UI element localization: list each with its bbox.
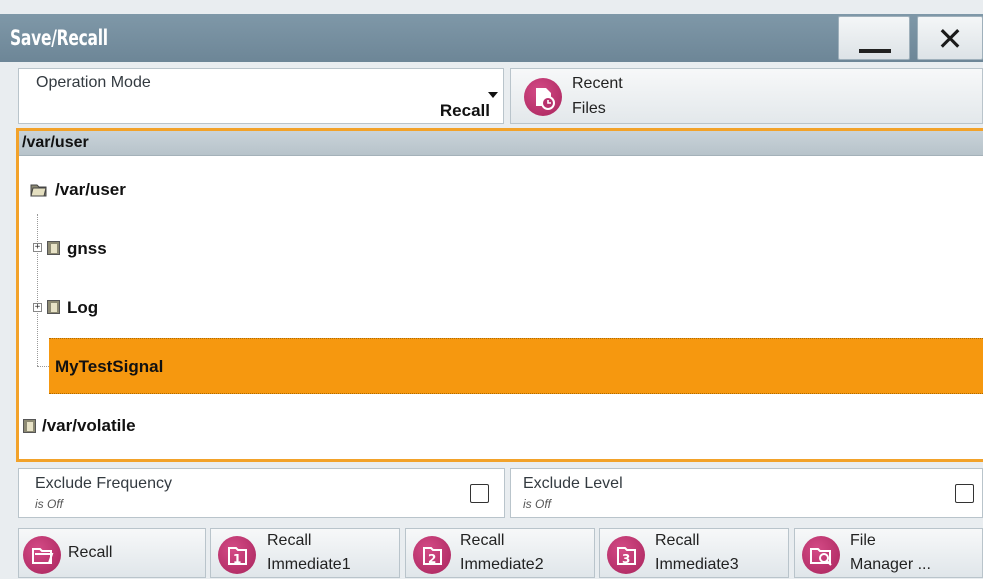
exclude-frequency-checkbox[interactable] — [470, 484, 489, 503]
tree-connector-line — [37, 214, 38, 366]
recall-immediate1-icon[interactable]: 1 — [218, 536, 256, 574]
recall-immediate2-label-line1: Recall — [460, 532, 505, 549]
close-icon: ✕ — [936, 21, 964, 57]
file-manager-label-line2: Manager ... — [850, 556, 931, 573]
recent-files-label-line1: Recent — [572, 75, 623, 92]
minimize-icon — [859, 49, 891, 53]
recent-files-label-line2: Files — [572, 100, 606, 117]
path-header — [19, 131, 983, 156]
tree-row-selected[interactable] — [49, 338, 983, 394]
window-title: Save/Recall — [10, 26, 108, 50]
recent-files-icon[interactable] — [524, 78, 562, 116]
operation-mode-label: Operation Mode — [36, 74, 151, 91]
recall-icon[interactable] — [23, 536, 61, 574]
exclude-level-label: Exclude Level — [523, 475, 623, 492]
recall-immediate2-label-line2: Immediate2 — [460, 556, 544, 573]
open-folder-icon — [30, 182, 48, 198]
exclude-level-checkbox[interactable] — [955, 484, 974, 503]
folder-icon — [47, 241, 60, 255]
folder-icon — [23, 419, 36, 433]
current-path: /var/user — [22, 134, 89, 151]
tree-node-log[interactable]: Log — [67, 298, 98, 318]
recall-immediate3-icon[interactable]: 3 — [607, 536, 645, 574]
file-tree-panel — [16, 128, 983, 462]
exclude-frequency-state: is Off — [35, 497, 64, 511]
recall-button-label: Recall — [68, 544, 113, 561]
tree-connector-line — [37, 366, 49, 367]
file-manager-icon[interactable] — [802, 536, 840, 574]
exclude-frequency-label: Exclude Frequency — [35, 475, 172, 492]
expand-icon[interactable]: + — [33, 243, 42, 252]
recall-immediate1-label-line2: Immediate1 — [267, 556, 351, 573]
badge-2: 2 — [428, 552, 436, 566]
recall-immediate3-label-line2: Immediate3 — [655, 556, 739, 573]
file-manager-label-line1: File — [850, 532, 876, 549]
tree-node-gnss[interactable]: gnss — [67, 239, 107, 259]
badge-1: 1 — [233, 552, 241, 566]
tree-node-var-volatile[interactable]: /var/volatile — [42, 416, 136, 436]
folder-icon — [47, 300, 60, 314]
exclude-level-state: is Off — [523, 497, 552, 511]
recall-immediate2-icon[interactable]: 2 — [413, 536, 451, 574]
minimize-button[interactable] — [838, 16, 910, 60]
tree-node-var-user[interactable]: /var/user — [55, 180, 126, 200]
close-button[interactable]: ✕ — [917, 16, 983, 60]
recall-immediate3-label-line1: Recall — [655, 532, 700, 549]
tree-node-mytestsignal[interactable]: MyTestSignal — [55, 357, 163, 377]
title-bar — [0, 14, 983, 62]
operation-mode-value[interactable]: Recall — [400, 101, 490, 121]
dropdown-arrow-icon[interactable] — [488, 92, 498, 98]
badge-3: 3 — [622, 552, 630, 566]
recall-immediate1-label-line1: Recall — [267, 532, 312, 549]
expand-icon[interactable]: + — [33, 303, 42, 312]
